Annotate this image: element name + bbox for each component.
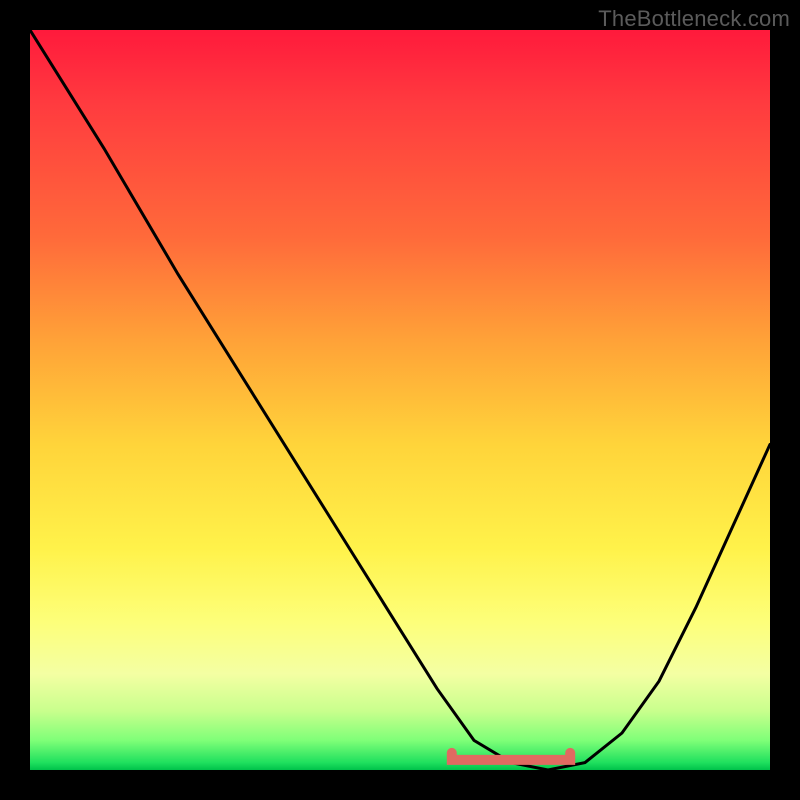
optimal-range-marker bbox=[452, 753, 570, 760]
marker-layer bbox=[30, 30, 770, 770]
plot-area bbox=[30, 30, 770, 770]
watermark-text: TheBottleneck.com bbox=[598, 6, 790, 32]
chart-stage: TheBottleneck.com bbox=[0, 0, 800, 800]
